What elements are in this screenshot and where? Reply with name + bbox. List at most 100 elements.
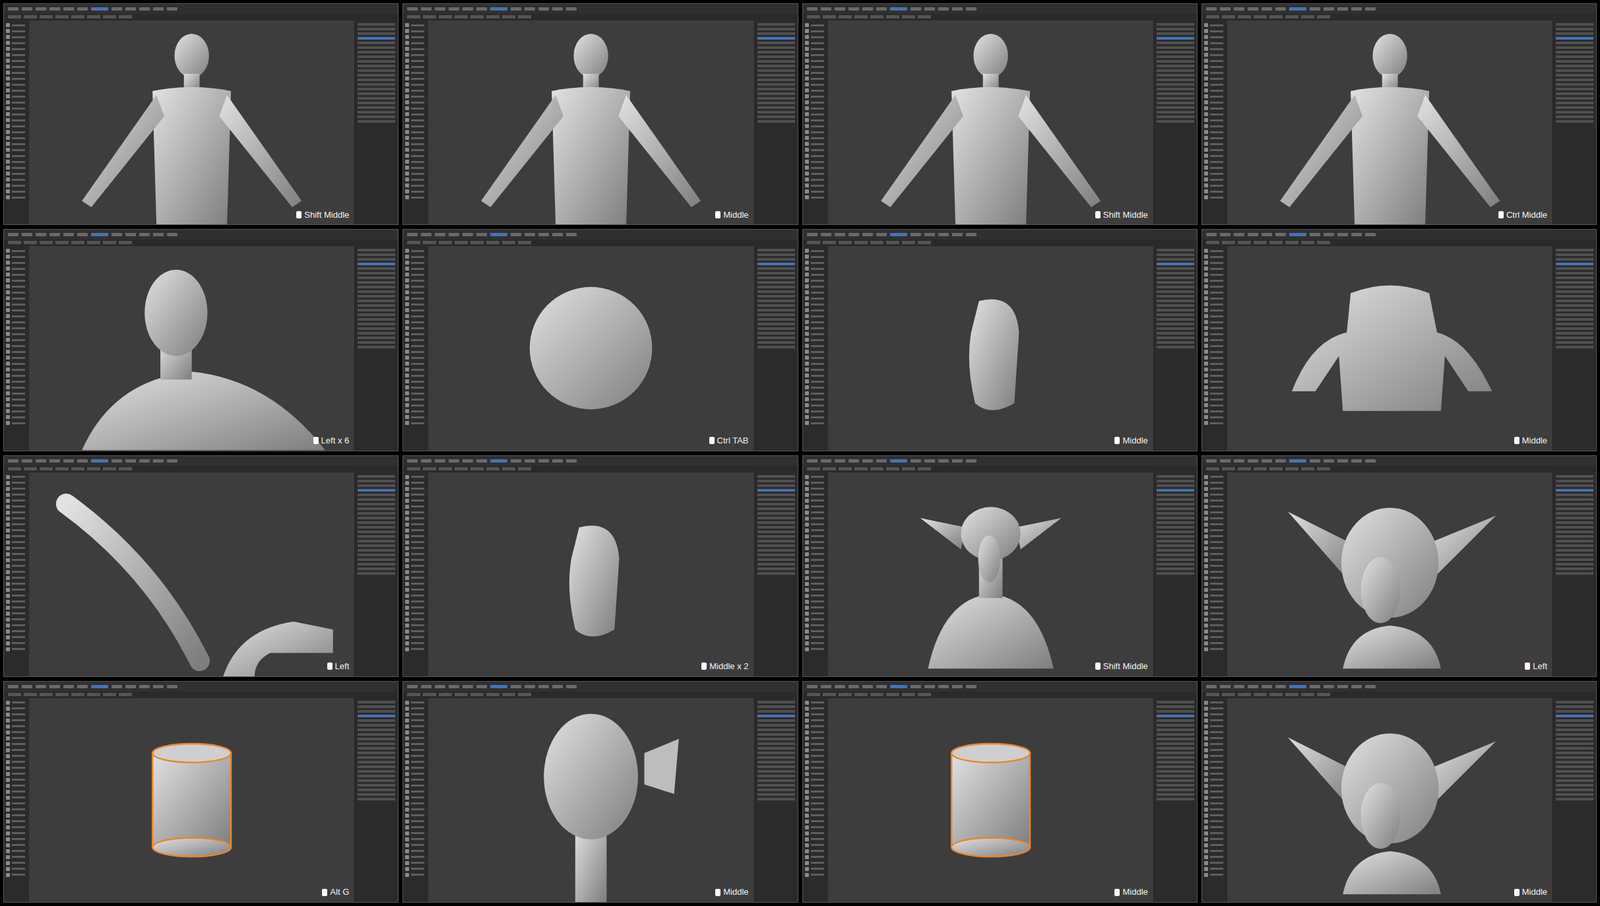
property-row[interactable] [1156,479,1195,483]
header-control[interactable] [422,467,437,471]
property-row[interactable] [757,742,796,745]
menu-item[interactable] [476,684,487,689]
menu-item[interactable] [1289,232,1307,237]
brush-item[interactable] [1204,475,1226,480]
brush-item[interactable] [405,195,427,200]
menu-item[interactable] [1275,7,1286,11]
viewport[interactable]: Ctrl TAB [428,246,754,450]
property-row[interactable] [357,322,396,326]
brush-item[interactable] [405,367,427,372]
brush-item[interactable] [5,195,28,200]
menu-item[interactable] [820,232,832,237]
menu-item[interactable] [862,459,873,463]
brush-item[interactable] [804,587,827,592]
property-row[interactable] [1555,294,1594,298]
property-row[interactable] [1156,308,1195,312]
brush-item[interactable] [5,849,28,854]
brush-item[interactable] [804,605,827,610]
brush-item[interactable] [804,480,827,485]
property-row[interactable] [757,760,796,764]
header-control[interactable] [438,692,452,697]
brush-item[interactable] [804,112,827,117]
property-row[interactable] [1555,313,1594,317]
property-row[interactable] [1156,562,1195,566]
menu-item[interactable] [462,7,474,11]
property-row[interactable] [757,765,796,768]
menu-item[interactable] [1206,232,1217,237]
brush-item[interactable] [5,183,28,188]
brush-item[interactable] [5,534,28,539]
menu-item[interactable] [1233,232,1245,237]
property-row[interactable] [1156,553,1195,557]
property-row[interactable] [357,760,396,764]
brush-item[interactable] [5,522,28,527]
header-control[interactable] [102,15,117,19]
header-control[interactable] [502,692,516,697]
property-row[interactable] [757,27,796,31]
brush-item[interactable] [405,599,427,604]
brush-item[interactable] [5,504,28,509]
property-row[interactable] [1156,544,1195,547]
brush-item[interactable] [5,112,28,117]
menu-item[interactable] [21,684,33,689]
brush-item[interactable] [405,819,427,824]
property-row[interactable] [1156,484,1195,487]
menu-item[interactable] [462,232,474,237]
brush-item[interactable] [5,480,28,485]
brush-item[interactable] [405,718,427,723]
menu-item[interactable] [965,459,977,463]
property-row[interactable] [1555,120,1594,123]
menu-item[interactable] [91,459,109,463]
menu-item[interactable] [139,684,150,689]
property-row[interactable] [357,50,396,54]
property-row[interactable] [757,120,796,123]
brush-item[interactable] [804,124,827,128]
header-control[interactable] [87,467,101,471]
brush-item[interactable] [405,254,427,259]
property-row[interactable] [357,73,396,77]
brush-item[interactable] [1204,558,1226,563]
header-control[interactable] [822,15,836,19]
brush-item[interactable] [405,420,427,425]
brush-item[interactable] [804,558,827,563]
brush-item[interactable] [405,748,427,753]
property-row[interactable] [1156,516,1195,520]
header-control[interactable] [854,240,868,245]
header-control[interactable] [854,467,868,471]
brush-item[interactable] [405,302,427,307]
brush-item[interactable] [405,147,427,152]
brush-item[interactable] [5,736,28,741]
brush-item[interactable] [405,736,427,741]
brush-item[interactable] [405,783,427,788]
menu-item[interactable] [1219,459,1231,463]
header-control[interactable] [39,467,53,471]
header-control[interactable] [870,240,884,245]
brush-item[interactable] [1204,76,1226,81]
brush-item[interactable] [5,528,28,533]
property-row[interactable] [757,308,796,312]
brush-item[interactable] [5,397,28,402]
menu-item[interactable] [476,7,487,11]
brush-item[interactable] [5,629,28,634]
property-row[interactable] [1156,488,1195,492]
property-row[interactable] [357,46,396,49]
brush-item[interactable] [405,308,427,313]
brush-item[interactable] [5,855,28,860]
property-row[interactable] [757,479,796,483]
header-control[interactable] [23,467,37,471]
header-control[interactable] [118,240,132,245]
brush-item[interactable] [5,64,28,69]
brush-item[interactable] [405,124,427,128]
brush-item[interactable] [804,343,827,348]
brush-item[interactable] [5,492,28,497]
property-row[interactable] [357,336,396,340]
header-control[interactable] [886,240,900,245]
property-row[interactable] [357,87,396,91]
brush-item[interactable] [1204,343,1226,348]
header-control[interactable] [454,15,468,19]
header-control[interactable] [838,15,852,19]
property-row[interactable] [1156,331,1195,335]
property-row[interactable] [357,92,396,96]
brush-item[interactable] [5,570,28,575]
menu-item[interactable] [938,232,949,237]
